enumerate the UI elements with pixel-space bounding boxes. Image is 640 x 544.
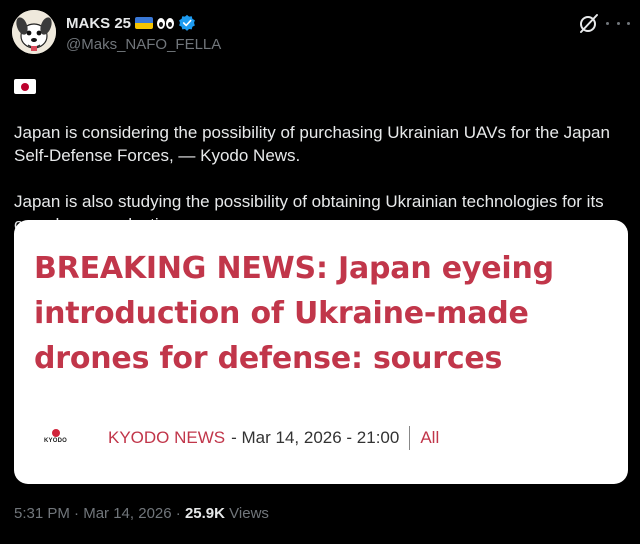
ukraine-flag-icon	[38, 79, 60, 94]
tweet-paragraph-1	[14, 75, 630, 98]
tweet-paragraph-1-text: Japan is considering the possibility of …	[14, 123, 610, 165]
card-source-meta: - Mar 14, 2026 - 21:00	[231, 428, 400, 447]
tweet: MAKS 25 @Maks_NAFO_FELLA Japan is consid…	[0, 0, 640, 544]
tweet-date[interactable]: Mar 14, 2026	[83, 505, 171, 522]
japan-flag-icon	[14, 79, 36, 94]
card-divider	[409, 426, 411, 450]
tweet-footer: 5:31 PM · Mar 14, 2026 · 25.9K Views	[14, 505, 269, 522]
views-count[interactable]: 25.9K	[185, 505, 225, 522]
card-all-link[interactable]: All	[420, 428, 439, 448]
ukraine-flag-icon	[135, 17, 154, 29]
more-options-icon[interactable]	[606, 12, 630, 34]
dog-avatar-icon	[12, 10, 56, 54]
footer-separator: ·	[74, 505, 80, 522]
card-source-row: KYODO KYODO NEWS - Mar 14, 2026 - 21:00 …	[44, 426, 439, 450]
author-name-row[interactable]: MAKS 25	[66, 14, 196, 32]
avatar[interactable]	[12, 10, 56, 54]
kyodo-logo-icon: KYODO	[44, 427, 68, 449]
tweet-time[interactable]: 5:31 PM	[14, 505, 70, 522]
author-handle[interactable]: @Maks_NAFO_FELLA	[66, 36, 221, 53]
verified-badge-icon[interactable]	[178, 14, 196, 32]
kyodo-logo-text: KYODO	[44, 438, 68, 444]
card-source-name[interactable]: KYODO NEWS	[108, 428, 225, 448]
views-label: Views	[229, 505, 269, 522]
link-card[interactable]: BREAKING NEWS: Japan eyeing introduction…	[14, 220, 628, 484]
grok-icon[interactable]	[578, 12, 600, 34]
author-display-name[interactable]: MAKS 25	[66, 15, 131, 32]
footer-separator-2: ·	[175, 505, 181, 522]
eyes-icon	[157, 17, 175, 29]
card-headline[interactable]: BREAKING NEWS: Japan eyeing introduction…	[34, 246, 614, 381]
